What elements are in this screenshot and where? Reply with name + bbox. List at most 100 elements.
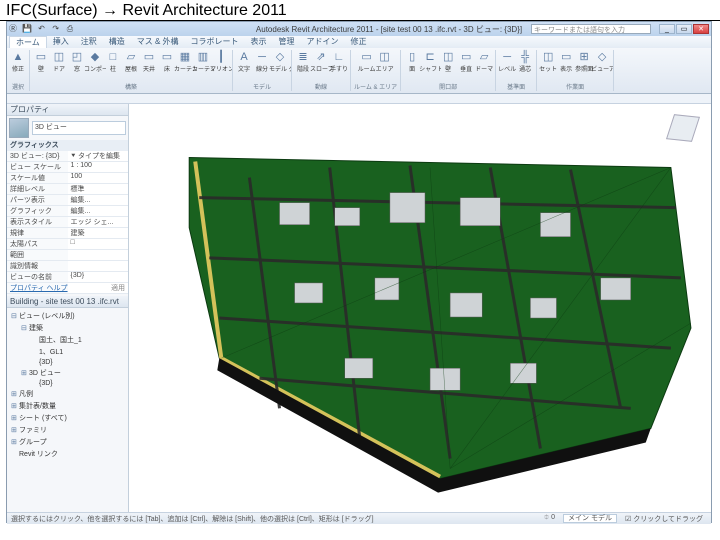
ribbon-tab[interactable]: コラボレート (185, 36, 245, 48)
tree-twisty-icon[interactable]: ⊟ (11, 312, 19, 320)
ribbon-tab[interactable]: 修正 (345, 36, 373, 48)
tree-node[interactable]: ⊞凡例 (9, 388, 126, 400)
ribbon-button[interactable]: ◫壁 (440, 50, 456, 76)
tree-twisty-icon[interactable]: ⊞ (11, 438, 19, 446)
property-value[interactable]: □ (68, 239, 129, 249)
property-row[interactable]: グラフィック編集... (7, 206, 128, 217)
property-row[interactable]: 表示スタイルエッジ シェ... (7, 217, 128, 228)
property-row[interactable]: 詳細レベル標準 (7, 184, 128, 195)
property-row[interactable]: 3D ビュー: {3D}⯆ タイプを編集 (7, 151, 128, 162)
property-row[interactable]: パーツ表示編集... (7, 195, 128, 206)
tree-node[interactable]: Revit リンク (9, 448, 126, 460)
tree-twisty-icon[interactable]: ⊞ (11, 390, 19, 398)
property-value[interactable]: 100 (68, 173, 129, 183)
property-value[interactable]: 標準 (68, 184, 129, 194)
ribbon-button[interactable]: ⇗スロープ (313, 50, 329, 76)
ribbon-button[interactable]: ◇ビューア (594, 50, 610, 76)
ribbon-button[interactable]: ◫セット (540, 50, 556, 76)
property-value[interactable] (68, 261, 129, 271)
project-browser-tree[interactable]: ⊟ビュー (レベル別)⊟建築国土、国土_11、GL1{3D}⊞3D ビュー{3D… (7, 308, 128, 512)
ribbon-button[interactable]: ⊞参照面 (576, 50, 592, 76)
close-button[interactable]: ✕ (693, 24, 709, 34)
property-value[interactable] (68, 250, 129, 260)
ribbon-button[interactable]: ▭ルーム (359, 50, 375, 76)
viewcube[interactable] (665, 110, 701, 146)
tree-node[interactable]: ⊟建築 (9, 322, 126, 334)
ribbon-tab[interactable]: マス & 外構 (131, 36, 185, 48)
property-value[interactable]: 1 : 100 (68, 162, 129, 172)
ribbon-button[interactable]: ▭天井 (141, 50, 157, 76)
tree-twisty-icon[interactable]: ⊞ (11, 426, 19, 434)
ribbon-button[interactable]: ◫エリア (377, 50, 393, 76)
ribbon-button[interactable]: ⊏シャフト (422, 50, 438, 76)
property-row[interactable]: 規律建築 (7, 228, 128, 239)
save-icon[interactable]: 💾 (21, 24, 33, 34)
tree-node[interactable]: ⊞シート (すべて) (9, 412, 126, 424)
ribbon-button[interactable]: ▯面 (404, 50, 420, 76)
ribbon-button[interactable]: ◫ドア (51, 50, 67, 76)
property-row[interactable]: 範囲 (7, 250, 128, 261)
viewcube-face[interactable] (666, 114, 700, 142)
undo-icon[interactable]: ↶ (35, 24, 47, 34)
ribbon-tab[interactable]: 構造 (103, 36, 131, 48)
ribbon-button[interactable]: □柱 (105, 50, 121, 76)
tree-node[interactable]: ⊞集計表/数量 (9, 400, 126, 412)
property-row[interactable]: スケール値100 (7, 173, 128, 184)
property-value[interactable]: ⯆ タイプを編集 (68, 151, 129, 161)
ribbon-tab[interactable]: 注釈 (75, 36, 103, 48)
options-bar[interactable] (7, 94, 711, 104)
properties-apply-button[interactable]: 適用 (68, 283, 129, 293)
print-icon[interactable]: ⎙ (64, 24, 76, 34)
ribbon-button[interactable]: ▭壁 (33, 50, 49, 76)
ribbon-tab[interactable]: 管理 (273, 36, 301, 48)
ribbon-tab[interactable]: 挿入 (47, 36, 75, 48)
tree-node[interactable]: ⊟ビュー (レベル別) (9, 310, 126, 322)
maximize-button[interactable]: ▭ (676, 24, 692, 34)
help-search-input[interactable]: キーワードまたは語句を入力 (531, 24, 651, 34)
ribbon-button[interactable]: ┃マリオン (213, 50, 229, 76)
property-value[interactable]: 編集... (68, 206, 129, 216)
ribbon-button[interactable]: ─線分 (254, 50, 270, 76)
ribbon-button[interactable]: ∟手すり (331, 50, 347, 76)
tree-node[interactable]: 1、GL1 (9, 346, 126, 358)
ribbon-tab[interactable]: 表示 (245, 36, 273, 48)
app-menu-icon[interactable]: Ⓡ (7, 24, 19, 34)
tree-node[interactable]: 国土、国土_1 (9, 334, 126, 346)
ribbon-tab[interactable]: ホーム (9, 36, 47, 48)
ribbon-button[interactable]: ▱屋根 (123, 50, 139, 76)
qat[interactable]: Ⓡ 💾 ↶ ↷ ⎙ (7, 24, 76, 34)
tree-twisty-icon[interactable]: ⊟ (21, 324, 29, 332)
tree-twisty-icon[interactable]: ⊞ (11, 414, 19, 422)
property-value[interactable]: エッジ シェ... (68, 217, 129, 227)
properties-help-link[interactable]: プロパティ ヘルプ (7, 283, 68, 293)
properties-type-selector[interactable]: 3D ビュー (7, 116, 128, 140)
property-value[interactable]: 編集... (68, 195, 129, 205)
ribbon-button[interactable]: ≣階段 (295, 50, 311, 76)
ribbon-button[interactable]: ▭表示 (558, 50, 574, 76)
tree-node[interactable]: {3D} (9, 358, 126, 367)
property-row[interactable]: 識別情報 (7, 261, 128, 272)
redo-icon[interactable]: ↷ (50, 24, 62, 34)
property-value[interactable]: {3D} (68, 272, 129, 282)
ribbon-button[interactable]: ◰窓 (69, 50, 85, 76)
tree-node[interactable]: ⊞グループ (9, 436, 126, 448)
site-model[interactable] (129, 104, 711, 512)
ribbon-button[interactable]: A文字 (236, 50, 252, 76)
ribbon-tab[interactable]: アドイン (301, 36, 345, 48)
tree-node[interactable]: {3D} (9, 379, 126, 388)
property-row[interactable]: ビューの名前{3D} (7, 272, 128, 283)
property-row[interactable]: 太陽パス□ (7, 239, 128, 250)
type-selector-dropdown[interactable]: 3D ビュー (32, 121, 126, 135)
status-zoom[interactable]: ⯐ 0 (544, 513, 555, 524)
tree-node[interactable]: ⊞3D ビュー (9, 367, 126, 379)
ribbon-button[interactable]: ╬通芯 (517, 50, 533, 76)
tree-node[interactable]: ⊞ファミリ (9, 424, 126, 436)
ribbon-button[interactable]: ▦カーテン システム (177, 50, 193, 76)
ribbon-button[interactable]: ▲修正 (10, 50, 26, 76)
property-value[interactable]: 建築 (68, 228, 129, 238)
status-model-button[interactable]: メイン モデル (563, 514, 617, 523)
ribbon-button[interactable]: ◆コンポーネント (87, 50, 103, 76)
ribbon-button[interactable]: ▥カーテン グリッド (195, 50, 211, 76)
drawing-viewport[interactable] (129, 104, 711, 512)
ribbon-button[interactable]: ─レベル (499, 50, 515, 76)
